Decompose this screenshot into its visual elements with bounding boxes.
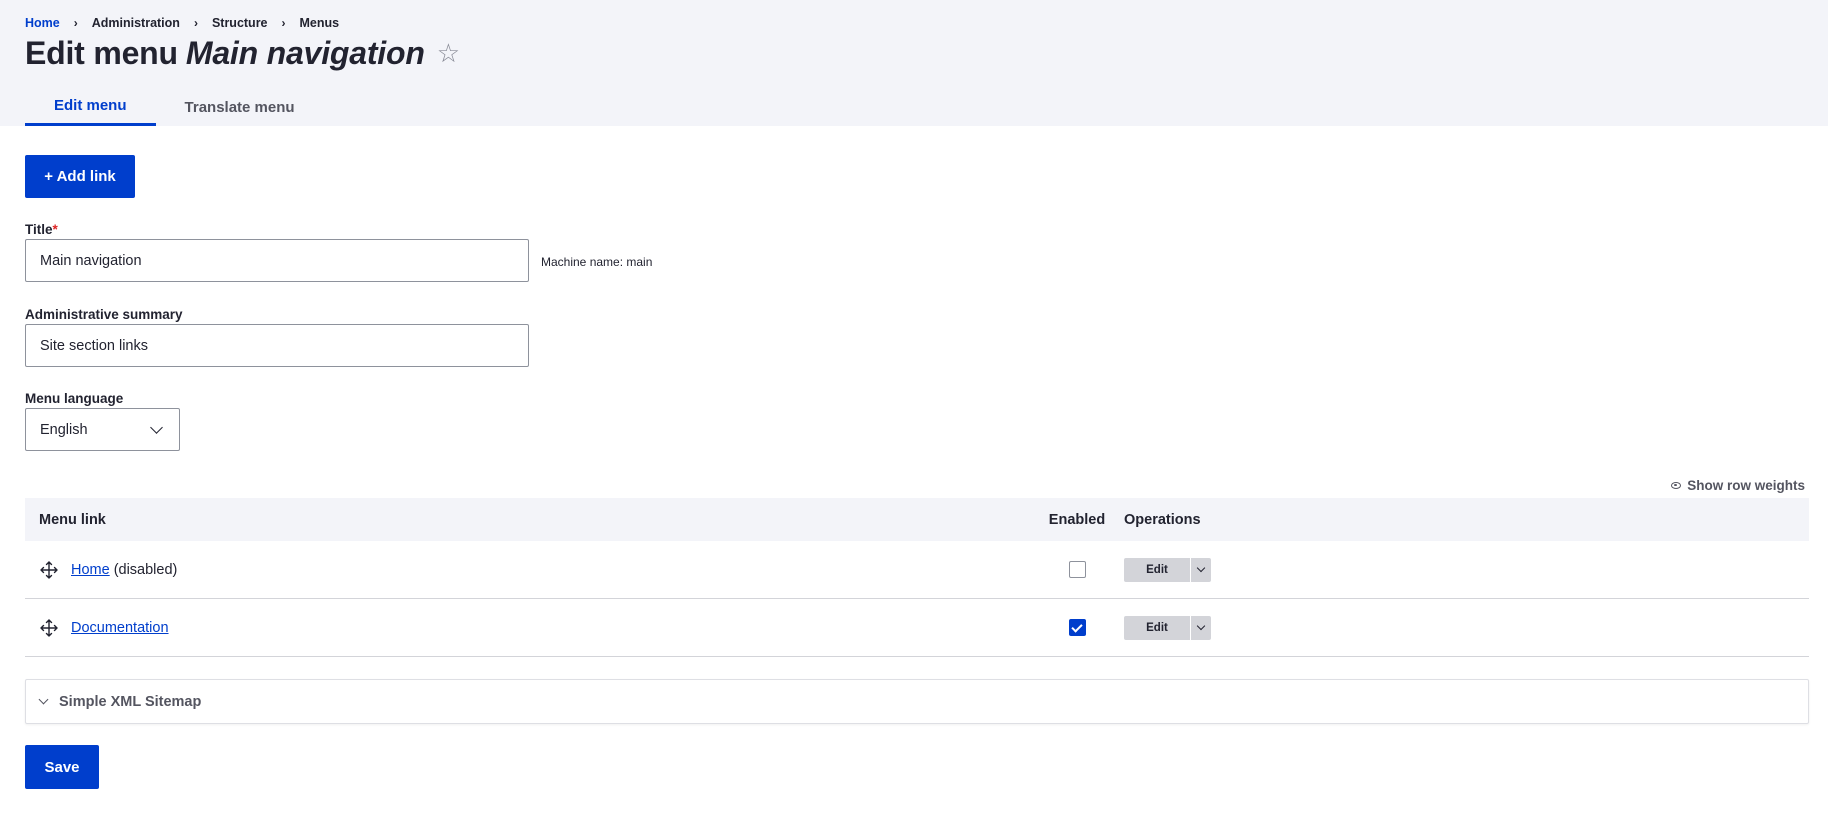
menu-link-status: (disabled) <box>113 561 178 578</box>
breadcrumb-home[interactable]: Home <box>25 16 60 30</box>
language-select-value: English <box>40 421 88 438</box>
enabled-checkbox-documentation[interactable] <box>1068 619 1086 636</box>
operations-cell: Edit <box>1112 557 1211 582</box>
column-header-enabled: Enabled <box>1048 511 1106 528</box>
details-summary: Simple XML Sitemap <box>59 693 202 710</box>
required-marker: * <box>52 222 58 237</box>
save-button[interactable]: Save <box>25 745 99 789</box>
enabled-checkbox-home[interactable] <box>1068 561 1086 578</box>
breadcrumb: Home › Administration › Structure › Menu… <box>25 16 339 30</box>
menu-link-documentation[interactable]: Documentation <box>71 620 169 636</box>
page-header: Home › Administration › Structure › Menu… <box>0 0 1828 126</box>
menu-link-home[interactable]: Home <box>71 562 110 578</box>
breadcrumb-structure[interactable]: Structure <box>212 16 268 30</box>
operations-toggle[interactable] <box>1190 615 1211 640</box>
drag-handle-icon[interactable] <box>39 618 59 638</box>
show-row-weights-label: Show row weights <box>1687 478 1805 493</box>
summary-label: Administrative summary <box>25 307 183 322</box>
add-link-button[interactable]: + Add link <box>25 155 135 198</box>
star-outline-icon[interactable]: ☆ <box>437 38 460 69</box>
page-title-prefix: Edit menu <box>25 35 178 71</box>
table-header: Menu link Enabled Operations <box>25 498 1809 541</box>
operations-dropbutton: Edit <box>1124 557 1211 582</box>
eye-icon <box>1671 482 1682 489</box>
menu-link-cell: Documentation <box>25 618 1042 638</box>
primary-tabs: Edit menu Translate menu <box>25 88 324 126</box>
column-header-menu-link: Menu link <box>39 511 106 528</box>
chevron-down-icon <box>150 420 163 434</box>
chevron-down-icon <box>38 694 49 705</box>
page-title-menu-name: Main navigation <box>185 35 425 71</box>
tab-edit-menu[interactable]: Edit menu <box>25 88 156 126</box>
machine-name: Machine name: main <box>541 255 653 269</box>
tab-translate-menu[interactable]: Translate menu <box>156 88 324 126</box>
operations-cell: Edit <box>1112 615 1211 640</box>
page-title: Edit menu Main navigation ☆ <box>25 35 460 72</box>
operations-dropbutton: Edit <box>1124 615 1211 640</box>
chevron-down-icon <box>1196 621 1206 631</box>
edit-button[interactable]: Edit <box>1124 616 1190 640</box>
breadcrumb-menus[interactable]: Menus <box>300 16 340 30</box>
breadcrumb-separator: › <box>73 16 78 30</box>
summary-input[interactable]: Site section links <box>25 324 529 367</box>
title-label: Title* <box>25 222 58 237</box>
show-row-weights-button[interactable]: Show row weights <box>1671 478 1805 493</box>
operations-toggle[interactable] <box>1190 557 1211 582</box>
column-header-operations: Operations <box>1124 511 1201 528</box>
title-input[interactable]: Main navigation <box>25 239 529 282</box>
language-label: Menu language <box>25 391 124 406</box>
breadcrumb-separator: › <box>281 16 286 30</box>
title-label-text: Title <box>25 222 53 237</box>
enabled-cell <box>1042 619 1112 636</box>
drag-handle-icon[interactable] <box>39 560 59 580</box>
edit-button[interactable]: Edit <box>1124 558 1190 582</box>
breadcrumb-administration[interactable]: Administration <box>92 16 180 30</box>
enabled-cell <box>1042 561 1112 578</box>
table-row: Home (disabled) Edit <box>25 541 1809 599</box>
menu-links-table: Menu link Enabled Operations Home (disab… <box>25 498 1809 657</box>
chevron-down-icon <box>1196 563 1206 573</box>
menu-link-cell: Home (disabled) <box>25 560 1042 580</box>
table-row: Documentation Edit <box>25 599 1809 657</box>
language-select[interactable]: English <box>25 408 180 451</box>
breadcrumb-separator: › <box>193 16 198 30</box>
simple-xml-sitemap-details[interactable]: Simple XML Sitemap <box>25 679 1809 724</box>
